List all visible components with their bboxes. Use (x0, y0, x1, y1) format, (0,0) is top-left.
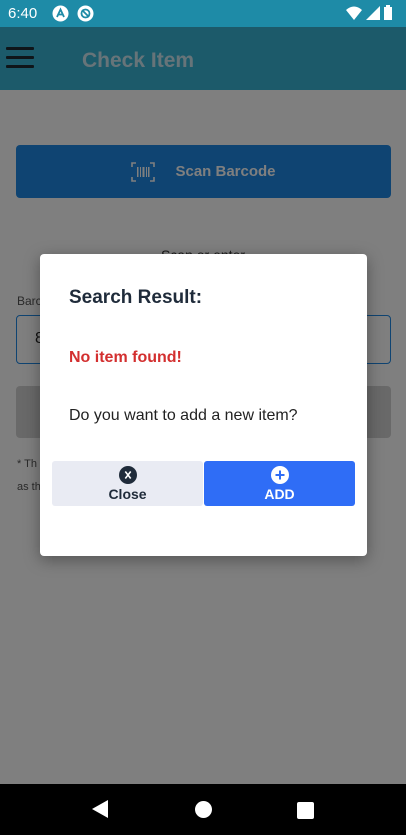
status-bar: 6:40 (0, 0, 406, 27)
close-button[interactable]: Close (52, 461, 203, 506)
app-notification-icon (52, 5, 69, 22)
system-nav-bar (0, 784, 406, 835)
recents-icon[interactable] (297, 802, 314, 819)
sync-notification-icon (77, 5, 94, 22)
close-circle-icon (118, 466, 137, 484)
status-time: 6:40 (8, 5, 38, 22)
close-button-label: Close (108, 486, 147, 502)
dialog-title: Search Result: (69, 287, 203, 308)
add-circle-icon (270, 466, 289, 484)
battery-icon (384, 5, 392, 20)
signal-icon (366, 5, 380, 20)
wifi-icon (346, 6, 362, 20)
add-button-label: ADD (264, 486, 295, 502)
home-icon[interactable] (195, 801, 212, 818)
dialog-error-message: No item found! (69, 349, 182, 366)
add-button[interactable]: ADD (204, 461, 355, 506)
search-result-dialog: Search Result: No item found! Do you wan… (40, 254, 367, 556)
back-icon[interactable] (92, 800, 108, 818)
dialog-question: Do you want to add a new item? (69, 407, 298, 424)
